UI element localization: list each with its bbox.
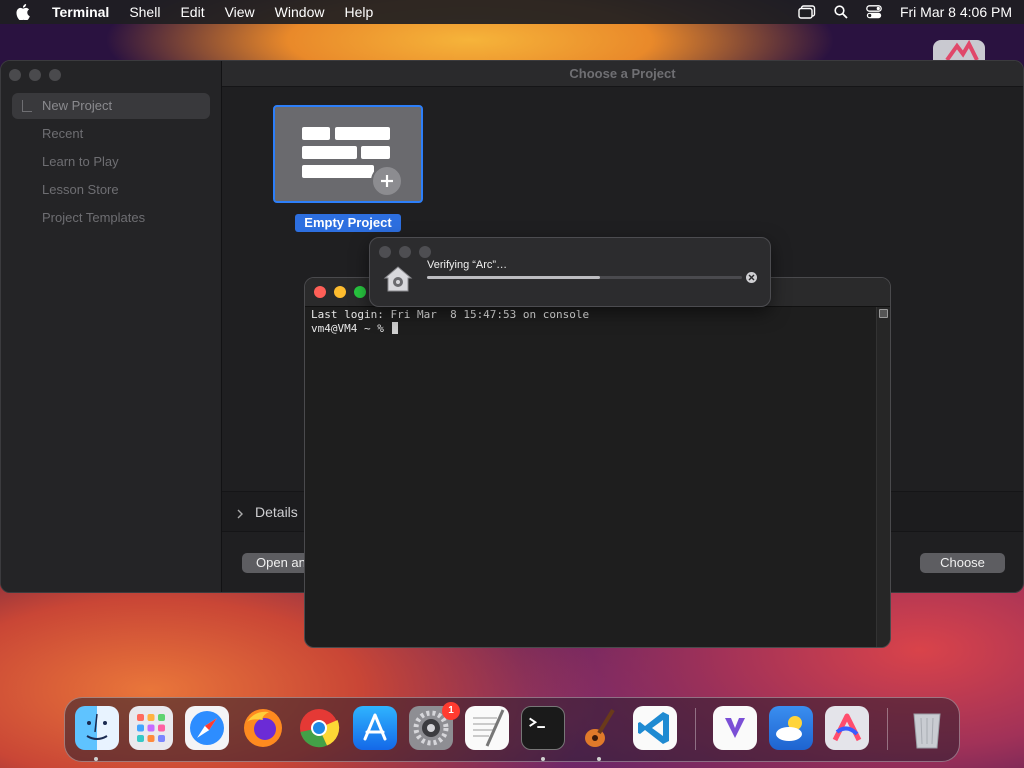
terminal-window-controls [314, 286, 366, 298]
chooser-window-controls [9, 69, 61, 81]
minimize-button[interactable] [334, 286, 346, 298]
zoom-button[interactable] [354, 286, 366, 298]
garageband-icon[interactable] [577, 706, 621, 750]
spotlight-search-icon[interactable] [834, 5, 848, 19]
menu-app-terminal[interactable]: Terminal [52, 4, 109, 20]
zoom-button[interactable] [49, 69, 61, 81]
brick-icon [302, 146, 357, 159]
choose-button[interactable]: Choose [920, 553, 1005, 573]
terminal-icon[interactable] [521, 706, 565, 750]
new-project-icon [22, 100, 32, 112]
sidebar-item-label: Learn to Play [42, 154, 119, 169]
trash-icon[interactable] [905, 706, 949, 750]
brick-icon [361, 146, 390, 159]
app-store-icon[interactable] [353, 706, 397, 750]
scroll-marker-icon[interactable] [879, 309, 888, 318]
control-center-icon[interactable] [866, 5, 882, 19]
terminal-prompt: vm4@VM4 ~ % [311, 322, 391, 335]
zoom-button[interactable] [419, 246, 431, 258]
verify-progress-fill [427, 276, 601, 279]
sidebar-item-recent[interactable]: Recent [12, 121, 210, 147]
brick-icon [302, 165, 374, 178]
sidebar-item-label: Project Templates [42, 210, 146, 225]
sidebar-item-label: Lesson Store [42, 182, 119, 197]
brick-icon [335, 127, 390, 140]
menu-help[interactable]: Help [344, 4, 373, 20]
close-button[interactable] [314, 286, 326, 298]
sidebar-item-label: Recent [42, 126, 84, 141]
sidebar-item-learn-to-play[interactable]: Learn to Play [12, 149, 210, 175]
minimize-button[interactable] [29, 69, 41, 81]
sidebar-item-new-project[interactable]: New Project [12, 93, 210, 119]
finder-icon[interactable] [75, 706, 119, 750]
menu-view[interactable]: View [225, 4, 255, 20]
menu-window[interactable]: Window [275, 4, 325, 20]
core-services-home-icon [383, 265, 413, 298]
dock: 1 [64, 697, 960, 762]
verify-progress-bar [427, 276, 742, 279]
firefox-icon[interactable] [241, 706, 285, 750]
verifying-dialog: Verifying “Arc”… [369, 237, 771, 307]
apple-menu-icon[interactable] [16, 3, 34, 21]
terminal-window: Last login: Fri Mar 8 15:47:53 on consol… [304, 277, 891, 648]
chrome-icon[interactable] [297, 706, 341, 750]
dock-separator [887, 708, 888, 750]
sidebar-item-project-templates[interactable]: Project Templates [12, 205, 210, 231]
chevron-right-icon [236, 506, 244, 524]
terminal-scrollbar[interactable] [876, 307, 890, 647]
sidebar-item-lesson-store[interactable]: Lesson Store [12, 177, 210, 203]
vscode-icon[interactable] [633, 706, 677, 750]
menu-edit[interactable]: Edit [180, 4, 204, 20]
terminal-cursor [392, 322, 399, 334]
sidebar-item-label: New Project [42, 98, 113, 113]
dock-separator [695, 708, 696, 750]
terminal-content[interactable]: Last login: Fri Mar 8 15:47:53 on consol… [311, 308, 871, 336]
arc-icon[interactable] [825, 706, 869, 750]
close-button[interactable] [379, 246, 391, 258]
running-indicator [94, 757, 98, 761]
weather-icon[interactable] [769, 706, 813, 750]
terminal-last-login: Last login: Fri Mar 8 15:47:53 on consol… [311, 308, 590, 321]
chooser-title: Choose a Project [222, 61, 1023, 87]
plus-icon [371, 165, 403, 197]
settings-badge: 1 [442, 702, 460, 720]
details-label: Details [255, 504, 298, 520]
menubar-clock[interactable]: Fri Mar 8 4:06 PM [900, 4, 1012, 20]
close-button[interactable] [9, 69, 21, 81]
dialog-window-controls [379, 246, 431, 258]
menu-shell[interactable]: Shell [129, 4, 160, 20]
chooser-sidebar: New Project Recent Learn to Play Lesson … [1, 61, 222, 592]
stage-manager-icon[interactable] [798, 5, 816, 19]
safari-icon[interactable] [185, 706, 229, 750]
empty-project-tile[interactable] [273, 105, 423, 203]
visual-studio-icon[interactable] [713, 706, 757, 750]
running-indicator [597, 757, 601, 761]
menubar: Terminal Shell Edit View Window Help Fri… [0, 0, 1024, 24]
arc-app-window-edge [933, 40, 985, 60]
terminal-prompt-line: vm4@VM4 ~ % [311, 322, 871, 336]
cancel-verify-icon[interactable] [746, 272, 757, 283]
brick-icon [302, 127, 330, 140]
verifying-message: Verifying “Arc”… [427, 259, 508, 271]
launchpad-icon[interactable] [129, 706, 173, 750]
textedit-icon[interactable] [465, 706, 509, 750]
minimize-button[interactable] [399, 246, 411, 258]
empty-project-label[interactable]: Empty Project [295, 214, 401, 232]
menubar-status-area: Fri Mar 8 4:06 PM [798, 4, 1012, 20]
running-indicator [541, 757, 545, 761]
